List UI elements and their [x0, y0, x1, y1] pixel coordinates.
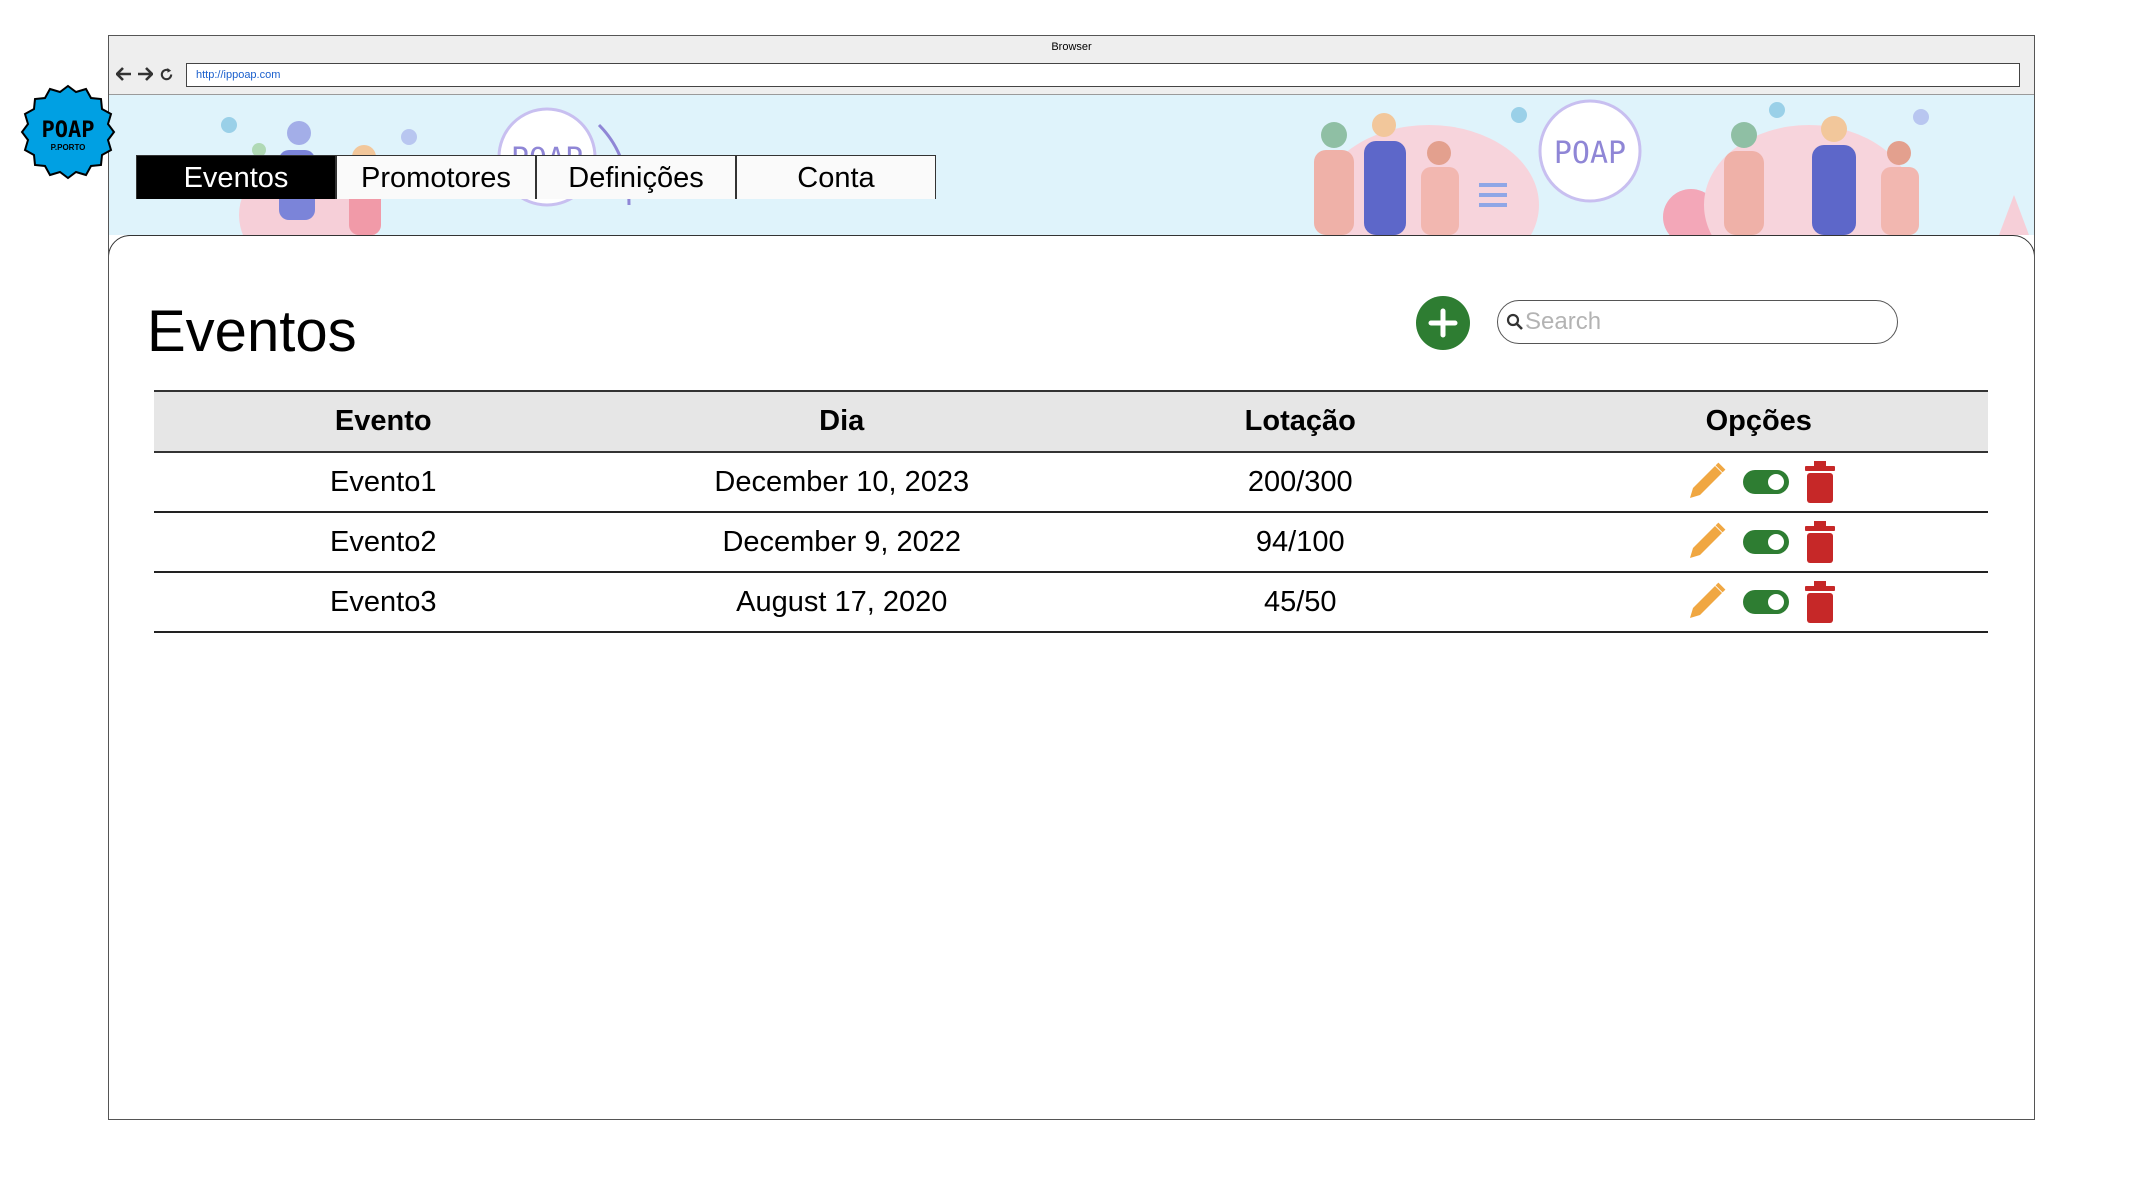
- pencil-icon[interactable]: [1684, 520, 1728, 564]
- table-row: Evento1 December 10, 2023 200/300: [154, 452, 1989, 513]
- window-title: Browser: [1051, 41, 1092, 53]
- cell-evento: Evento2: [154, 512, 613, 573]
- forward-arrow-icon[interactable]: [136, 64, 154, 84]
- column-header-opcoes: Opções: [1529, 390, 1988, 453]
- poap-logo[interactable]: POAP P.PORTO: [20, 84, 116, 180]
- table-header-row: Evento Dia Lotação Opções: [154, 390, 1988, 453]
- cell-lotacao: 94/100: [1071, 512, 1530, 573]
- table-row: Evento3 August 17, 2020 45/50: [154, 572, 1989, 633]
- trash-icon[interactable]: [1804, 460, 1836, 504]
- svg-text:P.PORTO: P.PORTO: [51, 143, 86, 152]
- tab-promotores[interactable]: Promotores: [336, 155, 536, 199]
- events-table: Evento Dia Lotação Opções Evento1 Decemb…: [154, 390, 1988, 633]
- cell-dia: December 10, 2023: [612, 452, 1071, 513]
- cell-opcoes: [1529, 512, 1989, 573]
- svg-text:POAP: POAP: [1554, 136, 1626, 171]
- reload-icon[interactable]: [157, 64, 175, 84]
- cell-opcoes: [1529, 572, 1989, 633]
- tab-definicoes[interactable]: Definições: [536, 155, 736, 199]
- column-header-evento[interactable]: Evento: [154, 390, 613, 453]
- trash-icon[interactable]: [1804, 520, 1836, 564]
- tab-eventos[interactable]: Eventos: [136, 155, 336, 199]
- cell-evento: Evento3: [154, 572, 613, 633]
- cell-dia: December 9, 2022: [612, 512, 1071, 573]
- search-input[interactable]: [1525, 305, 1875, 339]
- row-actions: [1530, 580, 1989, 624]
- column-header-dia[interactable]: Dia: [612, 390, 1071, 453]
- content-panel: [109, 235, 2034, 1119]
- search-box: [1497, 300, 1898, 344]
- toggle-icon[interactable]: [1742, 529, 1790, 555]
- back-arrow-icon[interactable]: [115, 64, 133, 84]
- pencil-icon[interactable]: [1684, 580, 1728, 624]
- trash-icon[interactable]: [1804, 580, 1836, 624]
- page-title: Eventos: [147, 299, 357, 364]
- svg-text:POAP: POAP: [42, 118, 95, 143]
- cell-opcoes: [1529, 452, 1989, 513]
- cell-evento: Evento1: [154, 452, 613, 513]
- cell-dia: August 17, 2020: [612, 572, 1071, 633]
- search-icon: [1506, 313, 1523, 330]
- address-bar[interactable]: http://ippoap.com: [186, 63, 2020, 87]
- row-actions: [1530, 460, 1989, 504]
- toggle-icon[interactable]: [1742, 469, 1790, 495]
- table-row: Evento2 December 9, 2022 94/100: [154, 512, 1989, 573]
- add-event-button[interactable]: [1416, 296, 1470, 350]
- row-actions: [1530, 520, 1989, 564]
- plus-icon: [1428, 308, 1458, 338]
- main-tabs: Eventos Promotores Definições Conta: [136, 155, 936, 199]
- browser-titlebar: Browser http://ippoap.com: [109, 36, 2034, 95]
- toggle-icon[interactable]: [1742, 589, 1790, 615]
- column-header-lotacao[interactable]: Lotação: [1071, 390, 1530, 453]
- browser-nav-buttons: [115, 64, 175, 84]
- tab-conta[interactable]: Conta: [736, 155, 936, 199]
- cell-lotacao: 45/50: [1071, 572, 1530, 633]
- cell-lotacao: 200/300: [1071, 452, 1530, 513]
- pencil-icon[interactable]: [1684, 460, 1728, 504]
